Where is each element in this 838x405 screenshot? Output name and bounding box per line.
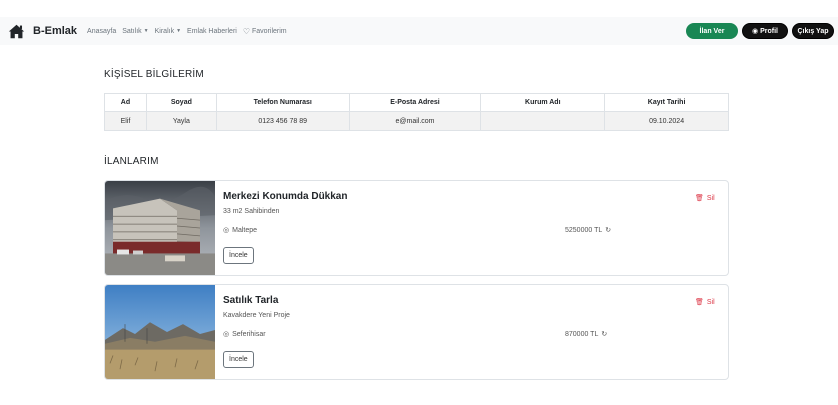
delete-button[interactable]: 🗑 Sil: [695, 298, 715, 307]
listing-subtitle: 33 m2 Sahibinden: [223, 208, 280, 215]
trash-icon: 🗑: [695, 195, 704, 202]
brand-link[interactable]: B-Emlak: [8, 23, 77, 40]
nav-favorilerim-label: Favorilerim: [252, 27, 287, 35]
incele-button[interactable]: İncele: [223, 351, 254, 368]
listing-price-text: 5250000 TL: [565, 226, 603, 234]
header-eposta: E-Posta Adresi: [348, 93, 482, 112]
brand-name: B-Emlak: [33, 25, 78, 37]
delete-button[interactable]: 🗑 Sil: [695, 194, 715, 203]
listing-price-text: 870000 TL: [565, 330, 599, 338]
header-kayit: Kayıt Tarihi: [604, 93, 729, 112]
listing-price: 5250000 TL ↻: [565, 226, 611, 235]
profil-label: Profil: [760, 27, 778, 35]
listing-image: [105, 285, 215, 379]
nav-actions: İlan Ver ◉ Profil Çıkış Yap: [686, 23, 834, 39]
location-pin-icon: ◎: [223, 331, 230, 338]
trash-icon: 🗑: [695, 299, 704, 306]
nav-satilik-label: Satılık: [122, 27, 142, 35]
ilan-ver-button[interactable]: İlan Ver: [686, 23, 738, 39]
nav-favorilerim[interactable]: ♡ Favorilerim: [243, 27, 287, 36]
incele-button[interactable]: İncele: [223, 247, 254, 264]
header-soyad: Soyad: [145, 93, 217, 112]
house-icon: [8, 24, 25, 38]
caret-down-icon: ▼: [176, 28, 182, 34]
caret-down-icon: ▼: [143, 28, 149, 34]
nav-kiralik-dropdown[interactable]: Kiralık ▼: [155, 28, 181, 35]
header-kurum: Kurum Adı: [480, 93, 606, 112]
cell-telefon: 0123 456 78 89: [215, 111, 350, 131]
listing-card: Merkezi Konumda Dükkan 33 m2 Sahibinden …: [104, 180, 729, 276]
listing-location: ◎ Maltepe: [223, 226, 258, 235]
header-telefon: Telefon Numarası: [215, 93, 350, 112]
listing-location-text: Maltepe: [232, 226, 258, 234]
listing-location-text: Seferihisar: [232, 330, 266, 338]
heart-icon: ♡: [242, 26, 250, 36]
personal-info-table: Ad Soyad Telefon Numarası E-Posta Adresi…: [104, 93, 729, 131]
delete-label: Sil: [706, 298, 715, 306]
personal-info-title: KİŞİSEL BİLGİLERİM: [104, 69, 204, 80]
cikis-button[interactable]: Çıkış Yap: [792, 23, 834, 39]
refresh-icon[interactable]: ↻: [605, 226, 611, 234]
navbar: B-Emlak Anasayfa Satılık ▼ Kiralık ▼ Eml…: [0, 17, 838, 45]
refresh-icon[interactable]: ↻: [601, 330, 607, 338]
profil-button[interactable]: ◉ Profil: [742, 23, 788, 39]
listings-title: İLANLARIM: [104, 156, 159, 167]
nav-anasayfa[interactable]: Anasayfa: [87, 28, 116, 35]
listing-location: ◎ Seferihisar: [223, 330, 266, 339]
nav-links: Anasayfa Satılık ▼ Kiralık ▼ Emlak Haber…: [87, 27, 293, 36]
listing-subtitle: Kavakdere Yeni Proje: [223, 312, 290, 319]
nav-satilik-dropdown[interactable]: Satılık ▼: [122, 28, 148, 35]
table-header-row: Ad Soyad Telefon Numarası E-Posta Adresi…: [104, 93, 729, 112]
listing-card: Satılık Tarla Kavakdere Yeni Proje ◎ Sef…: [104, 284, 729, 380]
listing-price: 870000 TL ↻: [565, 330, 607, 339]
table-row: Elif Yayla 0123 456 78 89 e@mail.com 09.…: [104, 111, 729, 131]
header-ad: Ad: [104, 93, 147, 112]
location-pin-icon: ◎: [223, 227, 230, 234]
listing-title: Merkezi Konumda Dükkan: [223, 191, 348, 202]
cell-ad: Elif: [104, 111, 147, 131]
cell-kurum: [480, 111, 606, 131]
user-circle-icon: ◉: [752, 28, 759, 35]
cell-eposta: e@mail.com: [348, 111, 482, 131]
nav-kiralik-label: Kiralık: [154, 27, 175, 35]
delete-label: Sil: [706, 194, 715, 202]
cell-kayit: 09.10.2024: [604, 111, 729, 131]
cell-soyad: Yayla: [145, 111, 217, 131]
nav-emlak-haberleri[interactable]: Emlak Haberleri: [187, 28, 237, 35]
listing-image: [105, 181, 215, 275]
listing-title: Satılık Tarla: [223, 295, 279, 306]
